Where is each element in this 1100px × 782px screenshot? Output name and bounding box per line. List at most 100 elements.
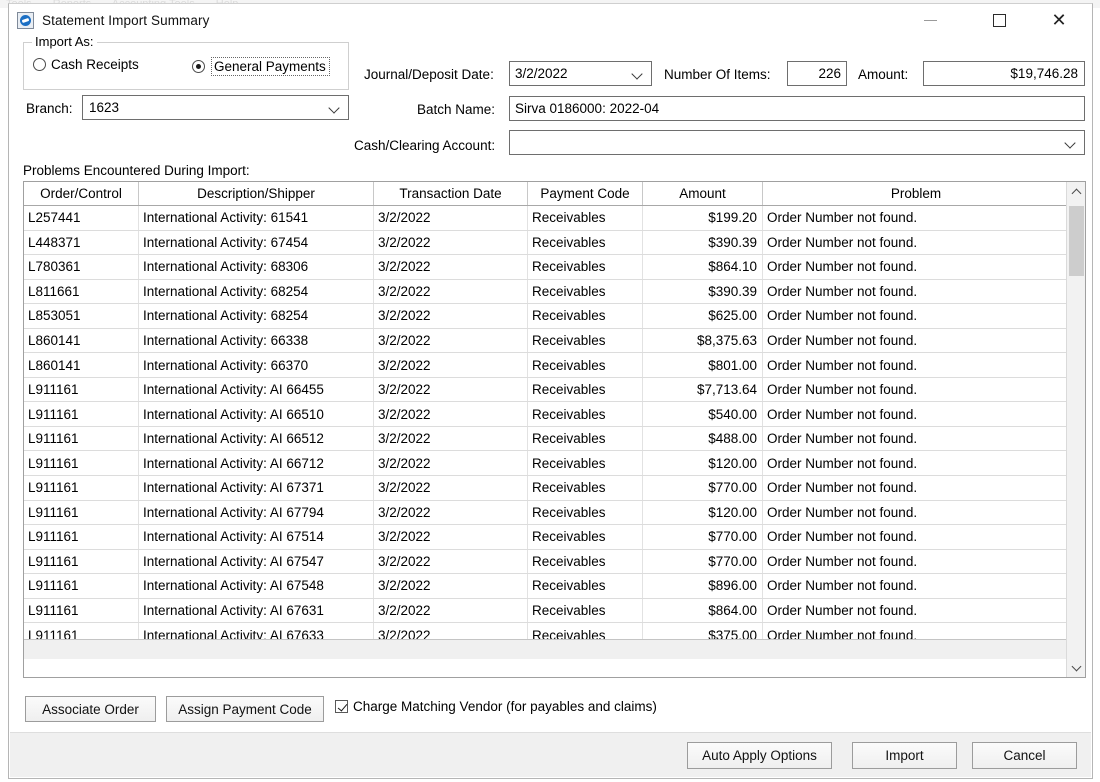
problems-grid: Order/ControlDescription/ShipperTransact… [23, 181, 1086, 678]
table-row[interactable]: L911161International Activity: AI 673713… [24, 476, 1085, 501]
table-cell: Receivables [528, 427, 643, 451]
table-cell: 3/2/2022 [374, 206, 528, 230]
table-cell: $864.00 [643, 599, 763, 623]
table-cell: International Activity: 66338 [139, 329, 374, 353]
table-cell: $770.00 [643, 550, 763, 574]
table-cell: L911161 [24, 550, 139, 574]
table-row[interactable]: L860141International Activity: 663703/2/… [24, 353, 1085, 378]
import-as-legend: Import As: [32, 34, 97, 49]
table-cell: $120.00 [643, 501, 763, 525]
table-row[interactable]: L853051International Activity: 682543/2/… [24, 304, 1085, 329]
table-row[interactable]: L911161International Activity: AI 665123… [24, 427, 1085, 452]
table-cell: Receivables [528, 231, 643, 255]
journal-date-value: 3/2/2022 [510, 66, 568, 81]
table-cell: International Activity: AI 67514 [139, 525, 374, 549]
table-cell: Order Number not found. [763, 378, 1069, 402]
table-row[interactable]: L911161International Activity: AI 675143… [24, 525, 1085, 550]
table-row[interactable]: L448371International Activity: 674543/2/… [24, 231, 1085, 256]
table-cell: L257441 [24, 206, 139, 230]
table-cell: Order Number not found. [763, 574, 1069, 598]
radio-cash-receipts-label: Cash Receipts [51, 57, 139, 72]
table-cell: $120.00 [643, 451, 763, 475]
table-cell: $8,375.63 [643, 329, 763, 353]
table-row[interactable]: L780361International Activity: 683063/2/… [24, 255, 1085, 280]
table-row[interactable]: L911161International Activity: AI 675483… [24, 574, 1085, 599]
table-cell: 3/2/2022 [374, 574, 528, 598]
table-cell: $540.00 [643, 402, 763, 426]
table-cell: 3/2/2022 [374, 599, 528, 623]
table-cell: International Activity: AI 66455 [139, 378, 374, 402]
table-row[interactable]: L911161International Activity: AI 667123… [24, 451, 1085, 476]
grid-header-row: Order/ControlDescription/ShipperTransact… [24, 182, 1085, 206]
grid-column-header[interactable]: Order/Control [24, 182, 139, 205]
maximize-button[interactable] [976, 4, 1022, 36]
table-cell: Order Number not found. [763, 329, 1069, 353]
batch-name-field[interactable]: Sirva 0186000: 2022-04 [509, 96, 1085, 121]
assign-payment-code-button[interactable]: Assign Payment Code [166, 696, 324, 722]
table-cell: 3/2/2022 [374, 501, 528, 525]
table-cell: Order Number not found. [763, 353, 1069, 377]
table-cell: Receivables [528, 525, 643, 549]
table-row[interactable]: L911161International Activity: AI 677943… [24, 501, 1085, 526]
grid-column-header[interactable]: Problem [763, 182, 1069, 205]
amount-field[interactable]: $19,746.28 [923, 61, 1085, 86]
table-cell: 3/2/2022 [374, 451, 528, 475]
import-as-group: Import As: Cash Receipts General Payment… [23, 42, 349, 90]
cancel-button[interactable]: Cancel [972, 742, 1077, 769]
batch-name-value: Sirva 0186000: 2022-04 [510, 101, 659, 116]
checkbox-mark [335, 700, 348, 713]
table-row[interactable]: L911161International Activity: AI 676313… [24, 599, 1085, 624]
table-cell: Order Number not found. [763, 599, 1069, 623]
amount-value: $19,746.28 [1010, 66, 1084, 81]
table-cell: $390.39 [643, 231, 763, 255]
table-row[interactable]: L911161International Activity: AI 675473… [24, 550, 1085, 575]
journal-date-select[interactable]: 3/2/2022 [509, 61, 652, 86]
table-cell: International Activity: 67454 [139, 231, 374, 255]
table-cell: L860141 [24, 353, 139, 377]
table-row[interactable]: L257441International Activity: 615413/2/… [24, 206, 1085, 231]
table-cell: Receivables [528, 476, 643, 500]
scrollbar-thumb[interactable] [1069, 206, 1084, 276]
radio-general-payments[interactable]: General Payments [192, 57, 330, 76]
scroll-up-arrow-icon[interactable] [1067, 182, 1086, 201]
number-of-items-field[interactable]: 226 [787, 61, 847, 86]
grid-column-header[interactable]: Amount [643, 182, 763, 205]
table-cell: 3/2/2022 [374, 427, 528, 451]
table-cell: International Activity: AI 66510 [139, 402, 374, 426]
table-cell: Receivables [528, 329, 643, 353]
radio-cash-receipts[interactable]: Cash Receipts [33, 57, 139, 72]
close-button[interactable]: ✕ [1036, 4, 1082, 36]
grid-column-header[interactable]: Payment Code [528, 182, 643, 205]
table-cell: Receivables [528, 304, 643, 328]
table-row[interactable]: L811661International Activity: 682543/2/… [24, 280, 1085, 305]
table-cell: Receivables [528, 255, 643, 279]
table-cell: Order Number not found. [763, 550, 1069, 574]
table-cell: L780361 [24, 255, 139, 279]
cash-clearing-account-select[interactable] [509, 130, 1085, 155]
table-cell: International Activity: AI 67547 [139, 550, 374, 574]
charge-matching-vendor-checkbox[interactable]: Charge Matching Vendor (for payables and… [335, 699, 657, 714]
table-row[interactable]: L860141International Activity: 663383/2/… [24, 329, 1085, 354]
auto-apply-options-button[interactable]: Auto Apply Options [687, 742, 832, 769]
associate-order-button[interactable]: Associate Order [25, 696, 156, 722]
table-row[interactable]: L911161International Activity: AI 664553… [24, 378, 1085, 403]
table-row[interactable]: L911161International Activity: AI 665103… [24, 402, 1085, 427]
minimize-button[interactable] [907, 4, 953, 36]
window-title: Statement Import Summary [42, 13, 209, 28]
table-cell: Order Number not found. [763, 525, 1069, 549]
grid-vertical-scrollbar[interactable] [1066, 182, 1085, 677]
grid-empty-strip [24, 639, 1085, 659]
import-button[interactable]: Import [852, 742, 957, 769]
number-of-items-value: 226 [818, 66, 846, 81]
grid-column-header[interactable]: Description/Shipper [139, 182, 374, 205]
table-cell: L911161 [24, 427, 139, 451]
grid-column-header[interactable]: Transaction Date [374, 182, 528, 205]
table-cell: L911161 [24, 525, 139, 549]
dialog-footer: Auto Apply Options Import Cancel [10, 732, 1091, 777]
statement-import-summary-dialog: Statement Import Summary ✕ Import As: Ca… [8, 3, 1093, 779]
branch-select[interactable]: 1623 [82, 95, 349, 120]
radio-cash-receipts-mark [33, 58, 46, 71]
scroll-down-arrow-icon[interactable] [1067, 658, 1086, 677]
table-cell: International Activity: AI 66512 [139, 427, 374, 451]
table-cell: Order Number not found. [763, 501, 1069, 525]
